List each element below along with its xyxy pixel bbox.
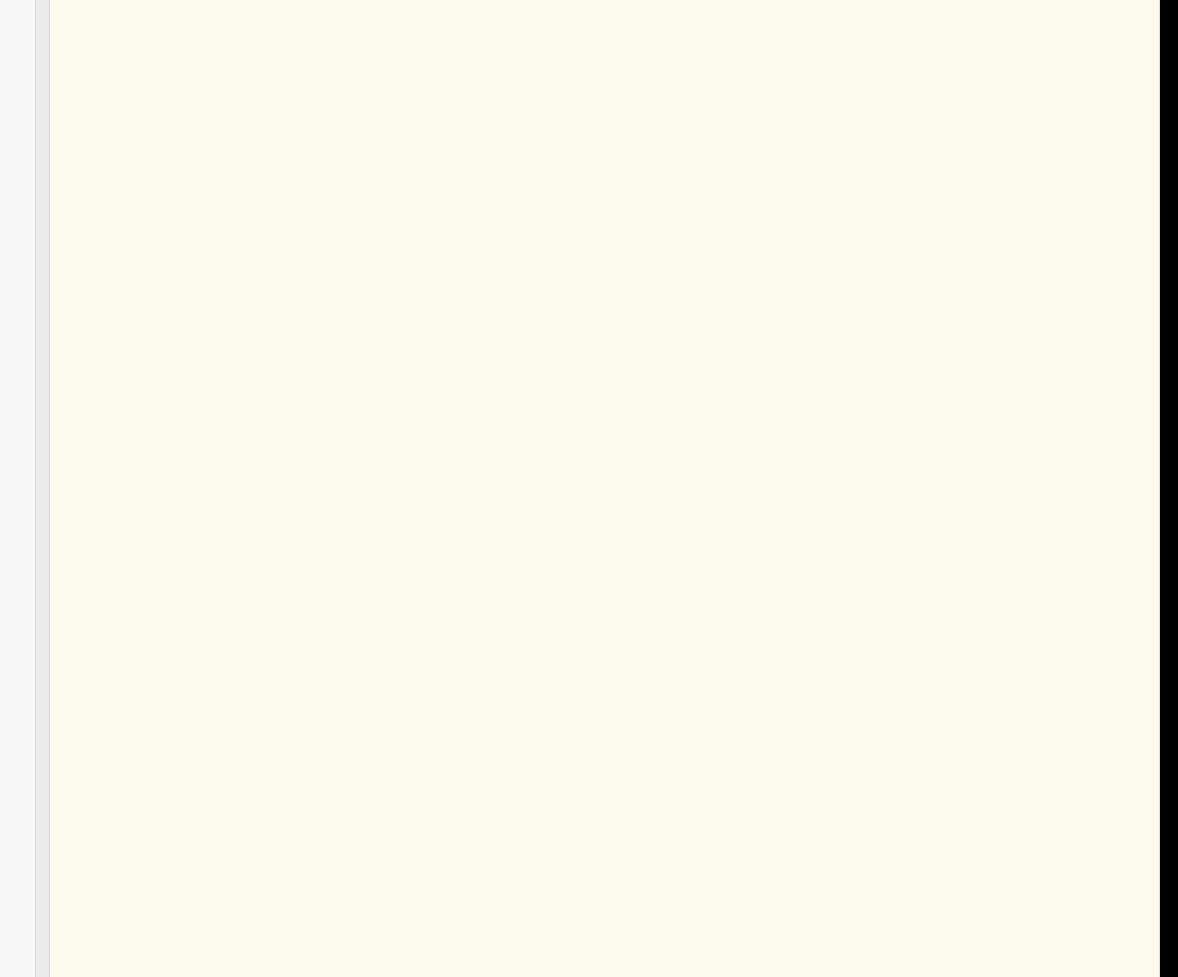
right-rail (1160, 0, 1178, 977)
code-editor-view (0, 0, 1178, 977)
marker-gutter[interactable] (36, 0, 50, 977)
line-number-gutter (0, 0, 36, 977)
structure-overlay (50, 0, 1178, 977)
code-pane[interactable] (50, 0, 1178, 977)
